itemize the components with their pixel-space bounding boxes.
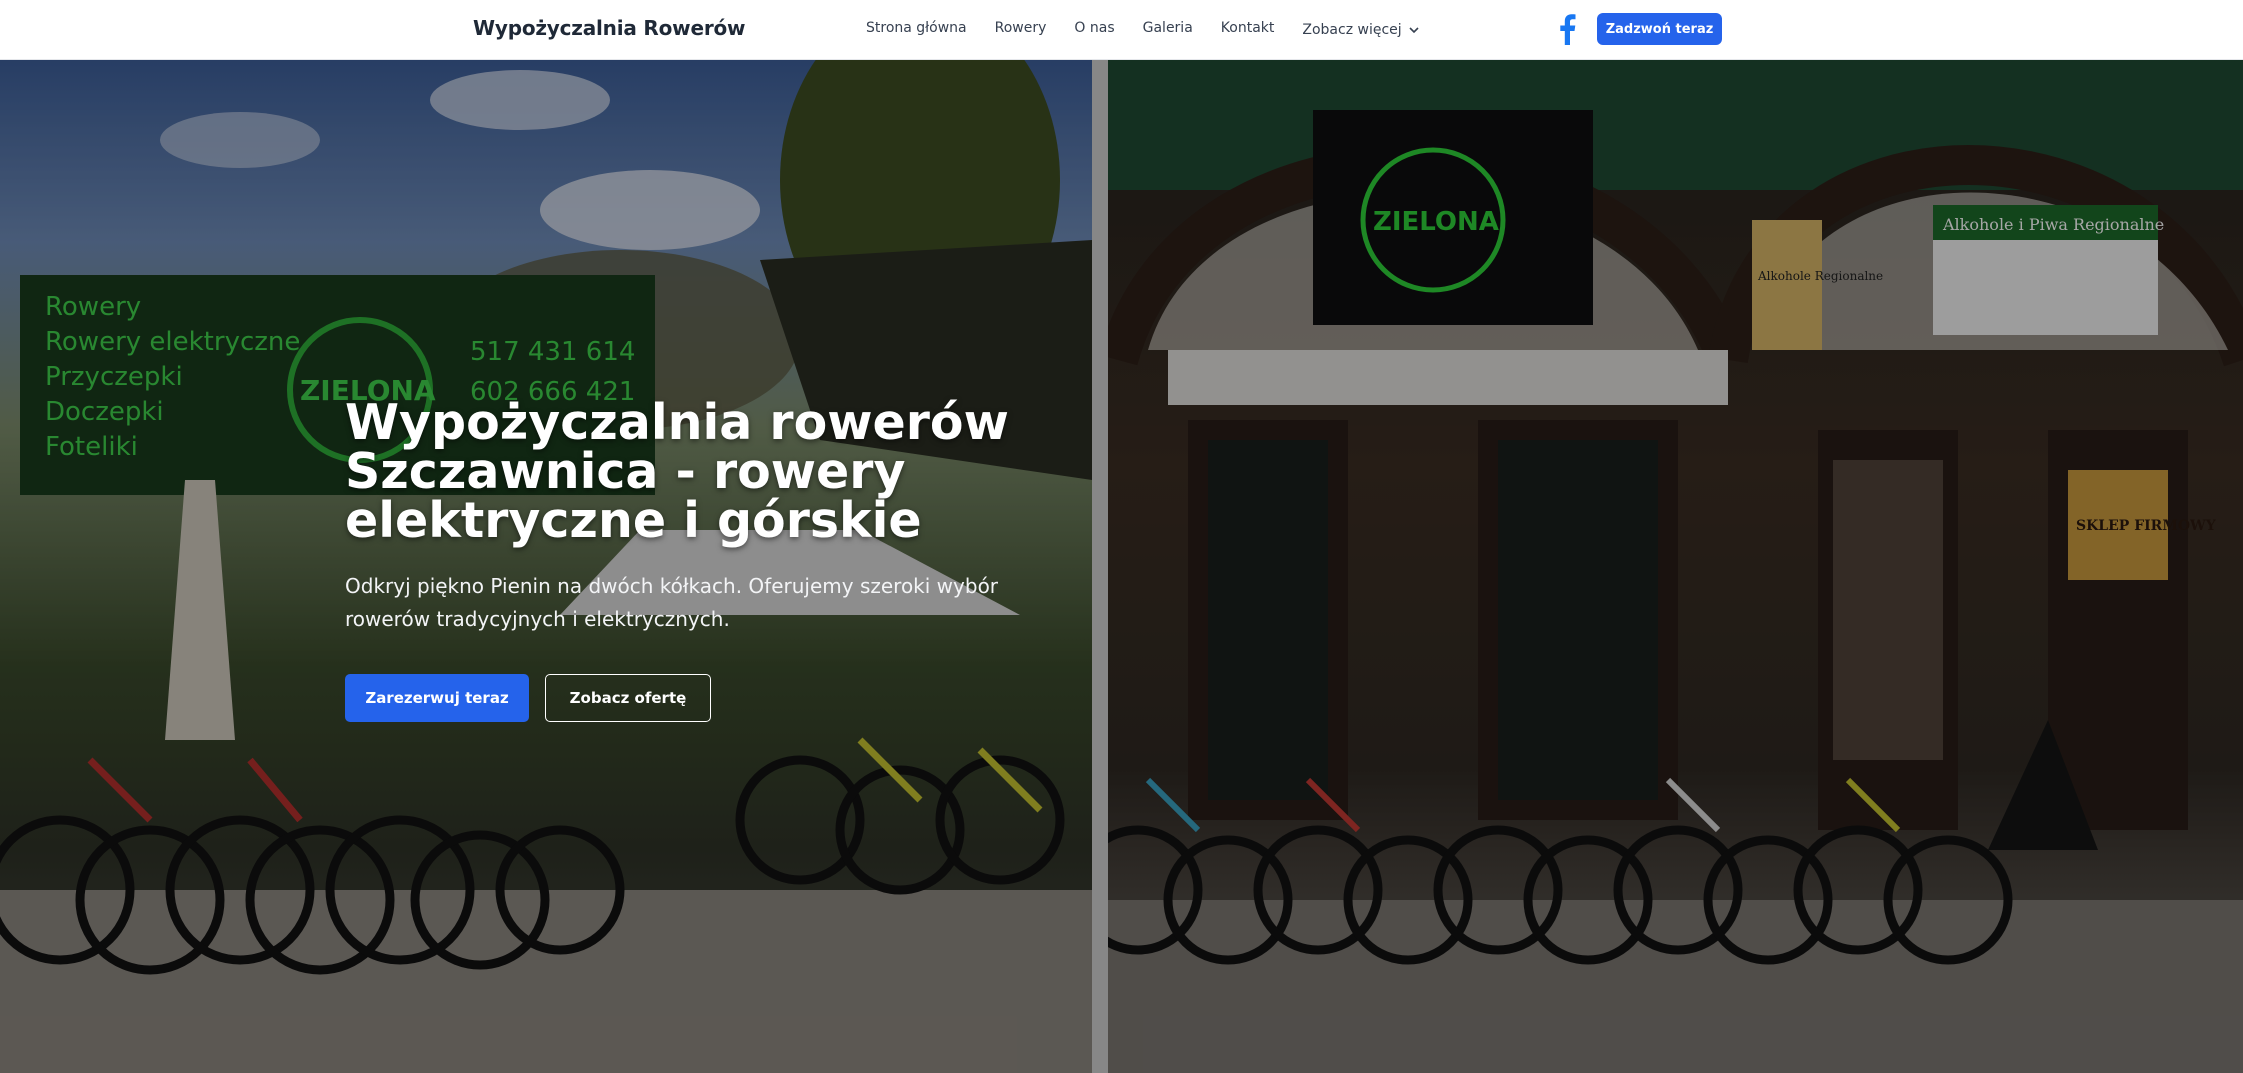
nav-contact[interactable]: Kontakt [1221,20,1275,40]
facebook-icon[interactable] [1557,13,1577,45]
site-brand[interactable]: Wypożyczalnia Rowerów [473,16,745,40]
hero-subtitle: Odkryj piękno Pienin na dwóch kółkach. O… [345,574,999,631]
nav-gallery[interactable]: Galeria [1143,20,1193,40]
hero-title: Wypożyczalnia rowerów Szczawnica - rower… [345,394,1009,549]
chevron-down-icon [1409,27,1419,34]
book-now-button[interactable]: Zarezerwuj teraz [345,674,529,722]
nav-more-dropdown[interactable]: Zobacz więcej [1302,20,1419,40]
call-now-button[interactable]: Zadzwoń teraz [1597,13,1722,45]
nav-more-label: Zobacz więcej [1302,22,1402,38]
hero-buttons: Zarezerwuj teraz Zobacz ofertę [345,674,1145,722]
nav-about[interactable]: O nas [1074,20,1114,40]
nav-bikes[interactable]: Rowery [995,20,1047,40]
see-offer-button[interactable]: Zobacz ofertę [545,674,711,722]
main-menu: Strona główna Rowery O nas Galeria Konta… [866,20,1420,40]
hero-section: Rowery Rowery elektryczne Przyczepki Doc… [0,60,2243,1073]
hero-content: Wypożyczalnia rowerów Szczawnica - rower… [345,398,1145,722]
nav-home[interactable]: Strona główna [866,20,967,40]
top-navbar: Wypożyczalnia Rowerów Strona główna Rowe… [0,0,2243,60]
